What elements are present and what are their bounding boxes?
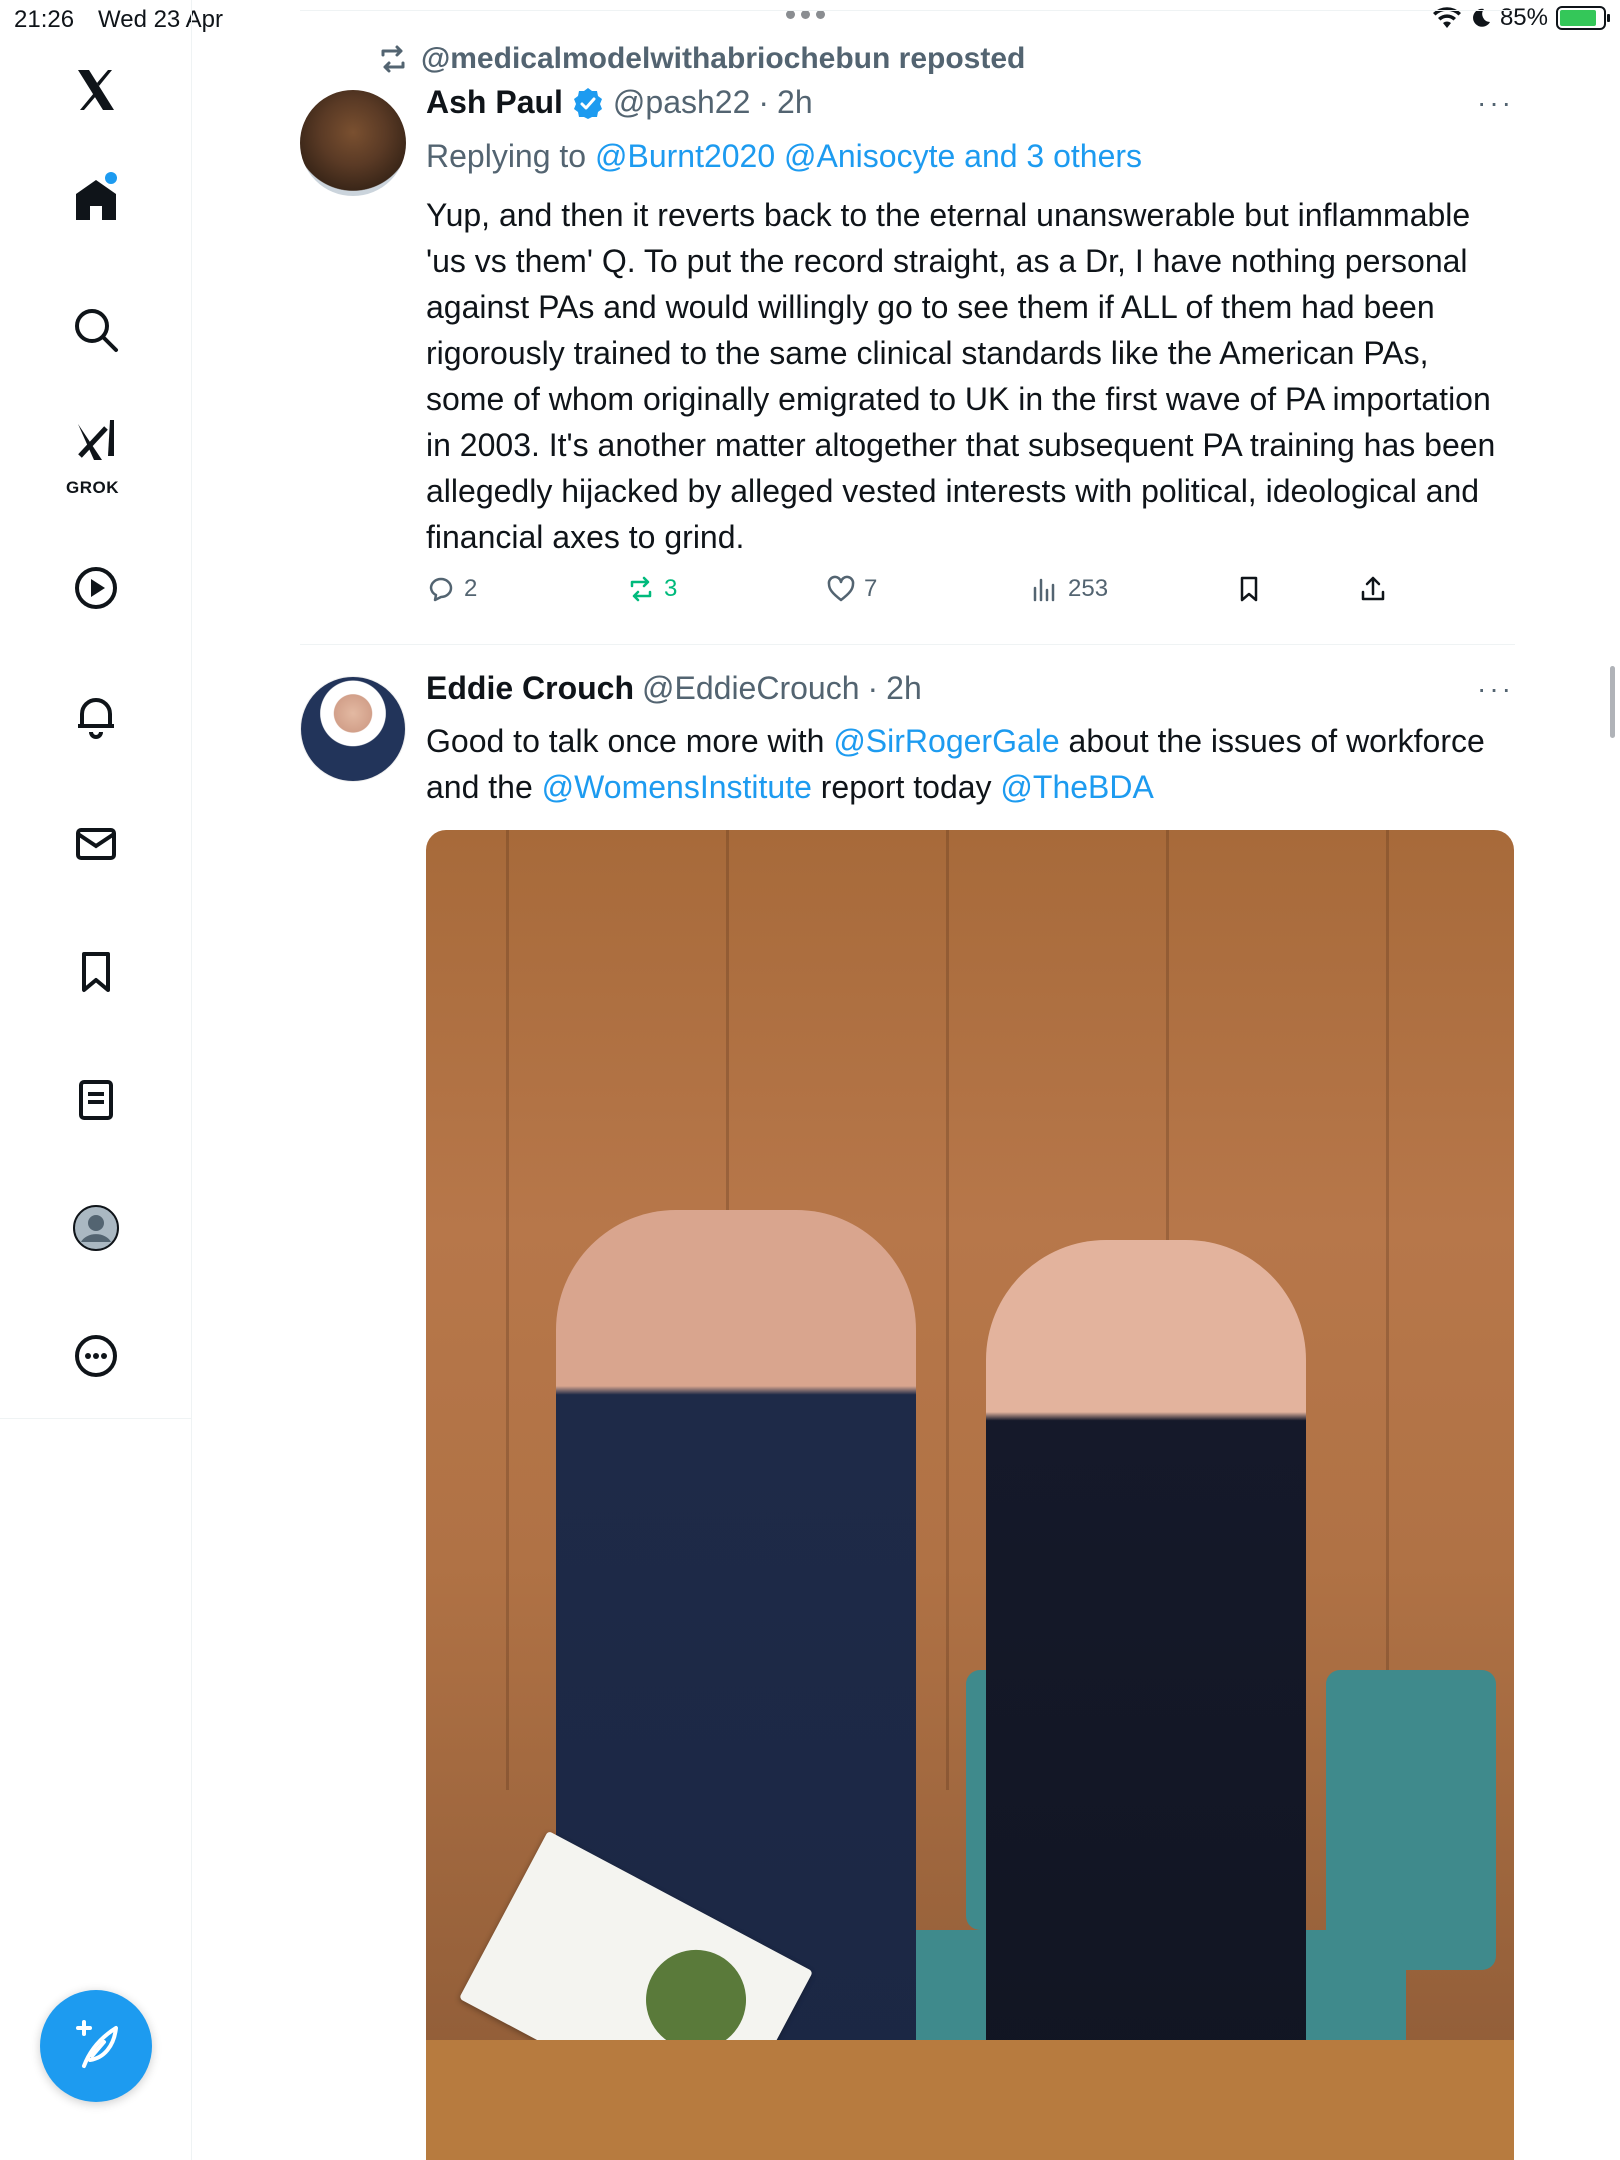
tweet-time[interactable]: 2h <box>886 670 922 707</box>
bookmarks-icon[interactable] <box>56 932 136 1012</box>
repost-context[interactable]: @medicalmodelwithabriochebun reposted <box>377 42 1025 76</box>
like-button[interactable]: 7 <box>826 574 877 604</box>
repost-icon <box>630 576 652 602</box>
like-count: 7 <box>864 575 878 602</box>
avatar[interactable] <box>300 90 406 196</box>
compose-post-icon <box>76 2020 118 2068</box>
author-handle[interactable]: @EddieCrouch <box>642 670 859 707</box>
video-icon[interactable] <box>56 548 136 628</box>
more-options-button[interactable]: ··· <box>1477 87 1514 119</box>
battery-icon <box>1556 6 1610 30</box>
more-icon[interactable] <box>56 1316 136 1396</box>
view-count: 253 <box>1068 575 1109 602</box>
heart-icon <box>827 575 855 602</box>
home-icon[interactable] <box>56 160 136 240</box>
bookmark-icon <box>1240 576 1258 602</box>
mention-link[interactable]: @WomensInstitute <box>542 769 812 805</box>
messages-icon[interactable] <box>56 804 136 884</box>
mention-link[interactable]: @TheBDA <box>1000 769 1153 805</box>
repost-button[interactable]: 3 <box>626 574 677 604</box>
x-logo-icon[interactable] <box>56 50 136 130</box>
avatar[interactable] <box>300 676 406 782</box>
sidebar-divider <box>0 1418 192 1419</box>
bookmark-button[interactable] <box>1234 574 1264 604</box>
replying-prefix: Replying to <box>426 138 587 174</box>
share-button[interactable] <box>1358 574 1388 604</box>
header-separator: · <box>758 84 770 120</box>
tweet-divider <box>300 644 1515 645</box>
grok-label: GROK <box>66 478 119 497</box>
text-segment: Good to talk once more with <box>426 723 834 759</box>
repost-count: 3 <box>664 575 678 602</box>
author-handle[interactable]: @pash22 <box>613 84 750 121</box>
multitasking-dots[interactable] <box>786 10 825 19</box>
tweet-actions: 2 3 7 253 <box>426 574 1386 614</box>
reply-button[interactable]: 2 <box>426 574 477 604</box>
tweet-text: Good to talk once more with @SirRogerGal… <box>426 718 1506 810</box>
tweet-header: Ash Paul @pash22 · 2h ··· <box>426 84 1514 121</box>
author-name[interactable]: Eddie Crouch <box>426 670 634 707</box>
header-separator: · <box>867 670 879 706</box>
search-icon[interactable] <box>56 290 136 370</box>
author-name[interactable]: Ash Paul <box>426 84 563 121</box>
tweet-header: Eddie Crouch @EddieCrouch · 2h ··· <box>426 670 1514 707</box>
reply-count: 2 <box>464 575 478 602</box>
lists-icon[interactable] <box>56 1060 136 1140</box>
status-right: 85% <box>1432 4 1610 32</box>
views-icon <box>1033 578 1055 602</box>
replying-mentions-link[interactable]: @Burnt2020 @Anisocyte and 3 others <box>595 138 1142 174</box>
tweet-text: Yup, and then it reverts back to the ete… <box>426 197 1496 555</box>
compose-post-button[interactable] <box>40 1990 152 2102</box>
replying-to: Replying to @Burnt2020 @Anisocyte and 3 … <box>426 138 1142 175</box>
profile-icon[interactable] <box>56 1188 136 1268</box>
tweet-time[interactable]: 2h <box>777 84 813 121</box>
text-segment: report today <box>811 769 1001 805</box>
sidebar: GROK <box>0 0 192 2160</box>
views-button[interactable]: 253 <box>1030 574 1108 604</box>
reposted-by-label: @medicalmodelwithabriochebun reposted <box>421 42 1026 75</box>
battery-percent: 85% <box>1499 4 1548 31</box>
share-icon <box>1361 576 1385 601</box>
mention-link[interactable]: @SirRogerGale <box>833 723 1059 759</box>
reply-icon <box>429 577 453 602</box>
verified-icon <box>573 87 602 119</box>
repost-icon <box>381 45 405 73</box>
notifications-icon[interactable] <box>56 676 136 756</box>
tweet-photo[interactable] <box>426 830 1514 2160</box>
scrollbar[interactable] <box>1610 666 1615 738</box>
top-divider <box>300 10 1515 11</box>
grok-icon[interactable] <box>56 405 136 475</box>
more-options-button[interactable]: ··· <box>1477 673 1514 705</box>
status-bar: 21:26 Wed 23 Apr 85% <box>0 0 1620 40</box>
home-notification-dot <box>105 172 117 184</box>
